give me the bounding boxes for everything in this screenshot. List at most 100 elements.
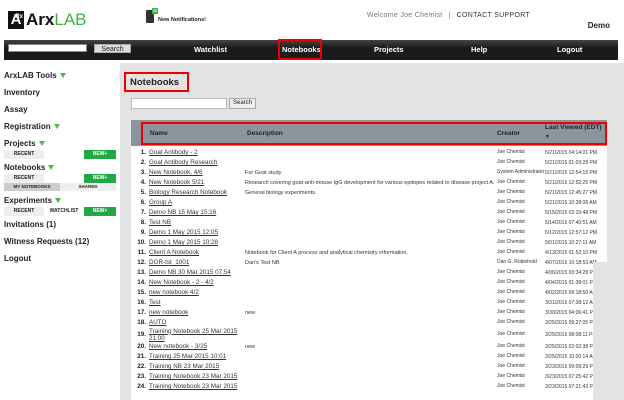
notebook-name-link[interactable]: New Notebook - 2 - 4/2	[149, 279, 245, 286]
nav-help[interactable]: Help	[471, 45, 487, 54]
sidebar-invitations[interactable]: Invitations (1)	[4, 219, 116, 236]
nav-logout[interactable]: Logout	[557, 45, 582, 54]
notebook-creator: Joe Chemist	[497, 330, 525, 337]
sidebar-logout[interactable]: Logout	[4, 253, 116, 270]
highlight-box	[141, 122, 607, 145]
notebook-last-viewed: 5/12/2015 12:57:12 PM	[545, 229, 597, 236]
projects-recent[interactable]: RECENT	[4, 150, 44, 159]
table-row: 12. DGR-tst_1001 Dan's Test NB Dan G. Robin…	[135, 258, 607, 268]
triangle-down-icon	[59, 73, 66, 78]
table-row: 22. Training NB 23 Mar 2015 Joe Chemist 3/2…	[135, 362, 607, 372]
row-number: 3.	[140, 169, 146, 177]
sidebar-arxlab-tools[interactable]: ArxLAB Tools	[4, 70, 116, 87]
notebook-creator: Joe Chemist	[497, 318, 525, 325]
notebook-name-link[interactable]: AUTO	[149, 319, 245, 326]
notebook-description: Notebook for Client A process and analyt…	[245, 249, 408, 256]
notebook-creator: Dan G. Robinhold	[497, 258, 537, 265]
global-search-input[interactable]	[8, 44, 87, 52]
notebooks-new[interactable]: NEW+	[84, 174, 116, 183]
notebook-creator: Joe Chemist	[497, 189, 525, 196]
notebook-name-link[interactable]: New Notebook 5/21	[149, 179, 245, 186]
experiments-watchlist[interactable]: WATCHLIST	[44, 207, 84, 216]
phone-icon: 10	[146, 8, 158, 23]
table-row: 20. New notebook - 3/25 new Joe Chemist 3/25…	[135, 342, 607, 352]
contact-support-link[interactable]: CONTACT SUPPORT	[457, 12, 530, 19]
notebook-creator: Joe Chemist	[497, 218, 525, 225]
table-row: 8. Test NB Joe Chemist 5/14/2015 07:40:51 A…	[135, 218, 607, 228]
my-notebooks-tab[interactable]: MY NOTEBOOKS	[4, 183, 60, 191]
notebook-last-viewed: 5/21/2015 12:54:15 PM	[545, 169, 597, 176]
row-number: 6.	[140, 199, 146, 207]
notebook-creator: Joe Chemist	[497, 373, 525, 380]
notifications[interactable]: 10 New Notifications!	[146, 8, 206, 23]
experiments-recent[interactable]: RECENT	[4, 207, 44, 216]
table-row: 7. Demo NB 15 May 15:16 Joe Chemist 5/15/20…	[135, 208, 607, 218]
table-body: 1. Goat Antibody - 2 Joe Chemist 5/21/2015 …	[135, 148, 607, 392]
notebook-creator: Joe Chemist	[497, 298, 525, 305]
experiments-new[interactable]: NEW+	[84, 207, 116, 216]
sidebar-assay[interactable]: Assay	[4, 104, 116, 121]
notebook-creator: Joe Chemist	[497, 159, 525, 166]
table-row: 16. Test Joe Chemist 3/31/2015 07:38:12 AM	[135, 298, 607, 308]
sidebar-registration[interactable]: Registration	[4, 121, 116, 138]
row-number: 11.	[137, 249, 146, 257]
notebooks-recent[interactable]: RECENT	[4, 174, 44, 183]
table-row: 19. Training Notebook 25 Mar 2015 21:00 Jo…	[135, 328, 607, 342]
notebook-name-link[interactable]: Test NB	[149, 219, 245, 226]
notebook-search-input[interactable]	[131, 98, 227, 109]
notebook-name-link[interactable]: Demo NB 15 May 15:16	[149, 209, 245, 216]
notebook-last-viewed: 4/13/2015 01:52:10 PM	[545, 249, 597, 256]
notebook-name-link[interactable]: Demo 1 May 2015 12:05	[149, 229, 245, 236]
global-search-button[interactable]: Search	[94, 44, 131, 53]
projects-new[interactable]: NEW+	[84, 150, 116, 159]
notebook-name-link[interactable]: Test	[149, 299, 245, 306]
notebook-last-viewed: 5/01/2015 10:27:11 AM	[545, 239, 597, 246]
notebook-name-link[interactable]: DGR-tst_1001	[149, 259, 245, 266]
nav-projects[interactable]: Projects	[374, 45, 404, 54]
table-row: 3. New Notebook, 4/6 For Goat study System …	[135, 168, 607, 178]
table-row: 10. Demo 1 May 2015 10:28 Joe Chemist 5/01/…	[135, 238, 607, 248]
notebook-creator: Joe Chemist	[497, 238, 525, 245]
notebook-name-link[interactable]: Training 25 Mar 2015 10:01	[149, 353, 245, 360]
triangle-down-icon	[53, 124, 60, 129]
notebook-last-viewed: 5/15/2015 03:15:48 PM	[545, 209, 597, 216]
notebook-name-link[interactable]: Demo 1 May 2015 10:28	[149, 239, 245, 246]
sidebar-inventory[interactable]: Inventory	[4, 87, 116, 104]
notebook-creator: Joe Chemist	[497, 199, 525, 206]
table-row: 15. new notebook 4/2 Joe Chemist 4/02/2015 …	[135, 288, 607, 298]
notebook-last-viewed: 5/21/2015 12:52:25 PM	[545, 179, 597, 186]
notebook-search-button[interactable]: Search	[229, 98, 256, 109]
notebook-description: new	[245, 309, 256, 316]
notebook-name-link[interactable]: Goat Antibody - 2	[149, 149, 245, 156]
table-row: 6. Group A Joe Chemist 5/21/2015 10:28:08 A…	[135, 198, 607, 208]
table-row: 2. Goat Antibody Research Joe Chemist 5/21/…	[135, 158, 607, 168]
notebook-name-link[interactable]: Training Notebook 23 Mar 2015	[149, 383, 245, 390]
notebook-name-link[interactable]: Training Notebook 25 Mar 2015 21:00	[149, 328, 245, 342]
notebook-name-link[interactable]: Client A Notebook	[149, 249, 245, 256]
notebook-description: Research covering goat-anti-mouse IgG de…	[245, 179, 495, 186]
row-number: 17.	[137, 309, 146, 317]
notebook-name-link[interactable]: Training Notebook 23 Mar 2015	[149, 373, 245, 380]
shared-tab[interactable]: SHARED	[60, 183, 116, 191]
notebook-name-link[interactable]: Goat Antibody Research	[149, 159, 245, 166]
table-row: 18. AUTO Joe Chemist 3/25/2015 09:27:05 PM	[135, 318, 607, 328]
notebook-name-link[interactable]: Training NB 23 Mar 2015	[149, 363, 245, 370]
row-number: 22.	[137, 363, 146, 371]
notebook-name-link[interactable]: new notebook 4/2	[149, 289, 245, 296]
triangle-down-icon	[55, 198, 62, 203]
notebook-name-link[interactable]: Demo NB 30 Mar 2015 07:54	[149, 269, 245, 276]
nav-watchlist[interactable]: Watchlist	[194, 45, 227, 54]
arxlab-logo[interactable]: A Rx Arx LAB	[8, 10, 87, 30]
notebook-name-link[interactable]: New Notebook, 4/6	[149, 169, 245, 176]
notebook-last-viewed: 5/21/2015 04:14:01 PM	[545, 149, 597, 156]
row-number: 16.	[137, 299, 146, 307]
notebook-name-link[interactable]: Group A	[149, 199, 245, 206]
row-number: 12.	[137, 259, 146, 267]
notebook-name-link[interactable]: Biology Research Notebook	[149, 189, 245, 196]
company-name: Demo	[587, 21, 610, 30]
sidebar-witness-requests[interactable]: Witness Requests (12)	[4, 236, 116, 253]
notebook-last-viewed: 5/21/2015 10:28:08 AM	[545, 199, 597, 206]
notebook-name-link[interactable]: New notebook - 3/25	[149, 343, 245, 350]
triangle-down-icon	[48, 165, 55, 170]
notebook-name-link[interactable]: new notebook	[149, 309, 245, 316]
